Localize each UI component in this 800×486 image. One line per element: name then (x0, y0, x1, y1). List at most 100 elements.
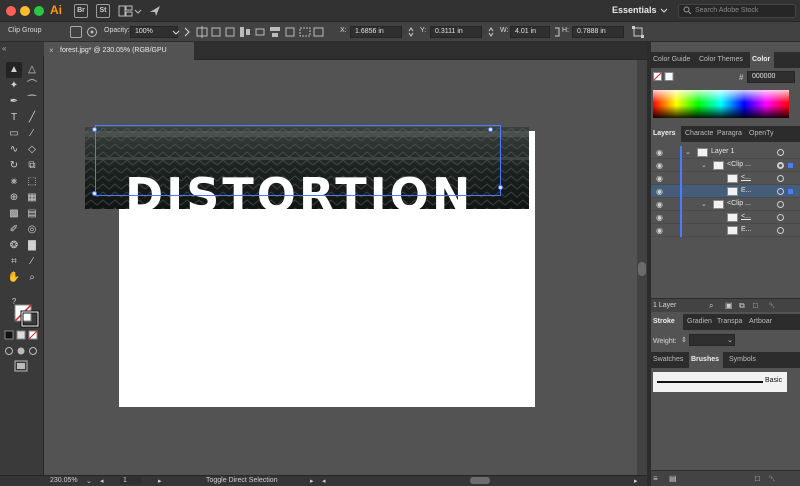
magic-wand-tool-icon[interactable]: ✦ (6, 78, 22, 94)
target-icon[interactable] (777, 175, 784, 182)
line-tool-icon[interactable]: ╱ (24, 110, 40, 126)
curvature-tool-icon[interactable]: ⁀ (24, 94, 40, 110)
chevron-down-icon[interactable]: ⌄ (701, 161, 707, 169)
locate-object-icon[interactable]: ⌕ (709, 301, 713, 311)
color-mode-icons[interactable] (4, 330, 40, 342)
paintbrush-tool-icon[interactable]: ⁄ (24, 126, 40, 142)
opacity-arrow-icon[interactable] (184, 26, 190, 40)
hex-field[interactable]: 000000 (747, 71, 795, 83)
trash-icon[interactable]: ␡ (769, 301, 775, 311)
artboard-number[interactable]: 1 (120, 477, 141, 484)
hscroll-left-icon[interactable]: ◂ (322, 477, 326, 485)
selection-tool-icon[interactable]: ▲ (6, 62, 22, 78)
visibility-eye-icon[interactable]: ◉ (656, 213, 663, 222)
selection-handle[interactable] (488, 127, 493, 132)
visibility-eye-icon[interactable]: ◉ (656, 148, 663, 157)
tab-paragraph[interactable]: Paragra (715, 126, 744, 142)
status-arrow-icon[interactable]: ▸ (310, 477, 314, 485)
horizontal-scroll-thumb[interactable] (470, 477, 490, 484)
mesh-tool-icon[interactable]: ▩ (6, 206, 22, 222)
selection-handle[interactable] (92, 191, 97, 196)
chevron-down-icon[interactable]: ⌄ (701, 200, 707, 208)
zoom-tool-icon[interactable]: ⌕ (24, 270, 40, 286)
tab-stroke[interactable]: Stroke (651, 314, 683, 330)
transform-icon[interactable] (632, 26, 644, 40)
selection-indicator[interactable] (788, 189, 793, 194)
selection-handle[interactable] (498, 185, 503, 190)
eraser-tool-icon[interactable]: ◇ (24, 142, 40, 158)
scale-tool-icon[interactable]: ⧉ (24, 158, 40, 174)
shape-builder-tool-icon[interactable]: ⊕ (6, 190, 22, 206)
pen-tool-icon[interactable]: ✒ (6, 94, 22, 110)
visibility-eye-icon[interactable]: ◉ (656, 226, 663, 235)
gpu-performance-icon[interactable] (148, 4, 162, 20)
tab-swatches[interactable]: Swatches (651, 352, 685, 368)
tab-brushes[interactable]: Brushes (689, 352, 723, 368)
symbol-sprayer-tool-icon[interactable]: ❂ (6, 238, 22, 254)
collapse-icon[interactable]: « (2, 44, 6, 53)
vertical-scroll-thumb[interactable] (638, 262, 646, 276)
document-tab[interactable]: × forest.jpg* @ 230.05% (RGB/GPU Preview… (44, 42, 194, 72)
free-transform-tool-icon[interactable]: ⬚ (24, 174, 40, 190)
brush-options-icon[interactable]: ▤ (669, 474, 677, 483)
visibility-eye-icon[interactable]: ◉ (656, 174, 663, 183)
opacity-dropdown-icon[interactable] (172, 29, 180, 38)
tab-color-guide[interactable]: Color Guide (651, 52, 692, 68)
x-field[interactable]: 1.6856 in (350, 26, 402, 38)
perspective-grid-tool-icon[interactable]: ▦ (24, 190, 40, 206)
eyedropper-tool-icon[interactable]: ✐ (6, 222, 22, 238)
make-clipping-mask-icon[interactable]: ▣ (725, 301, 733, 310)
color-spectrum[interactable] (653, 90, 789, 120)
opacity-field[interactable]: 100% (130, 26, 178, 38)
color-fill-stroke-mini[interactable] (653, 72, 677, 84)
type-tool-icon[interactable]: T (6, 110, 22, 126)
tab-gradient[interactable]: Gradien (685, 314, 714, 330)
layer-row[interactable]: ◉ ⌄ <Clip ... (651, 159, 800, 172)
width-tool-icon[interactable]: ⨳ (6, 174, 22, 190)
rotate-tool-icon[interactable]: ↻ (6, 158, 22, 174)
close-icon[interactable]: × (49, 42, 54, 60)
visibility-eye-icon[interactable]: ◉ (656, 161, 663, 170)
fill-stroke-swatch[interactable] (14, 304, 40, 330)
layer-row[interactable]: ◉ ⌄ <Clip ... (651, 198, 800, 211)
drawing-mode-icons[interactable] (4, 346, 40, 358)
slice-tool-icon[interactable]: ∕ (24, 254, 40, 270)
new-sublayer-icon[interactable]: ⧉ (739, 301, 745, 311)
layer-name[interactable]: <Clip ... (727, 200, 751, 207)
target-icon[interactable] (777, 214, 784, 221)
tab-color[interactable]: Color (750, 52, 774, 68)
prev-artboard-icon[interactable]: ◂ (100, 477, 104, 485)
new-brush-icon[interactable]: □ (755, 474, 760, 483)
layer-name[interactable]: <... (741, 213, 751, 220)
y-field[interactable]: 0.3111 in (430, 26, 482, 38)
graph-tool-icon[interactable]: ▇ (24, 238, 40, 254)
stock-button[interactable]: St (96, 4, 110, 18)
workspace-switcher[interactable]: Essentials (612, 5, 657, 15)
layer-name[interactable]: Layer 1 (711, 148, 734, 155)
close-window-button[interactable] (6, 6, 16, 16)
lasso-tool-icon[interactable]: ⌒ (24, 78, 40, 94)
selection-indicator[interactable] (788, 163, 793, 168)
next-artboard-icon[interactable]: ▸ (158, 477, 162, 485)
layer-name[interactable]: <Clip ... (727, 161, 751, 168)
layer-name[interactable]: <... (741, 174, 751, 181)
search-input[interactable]: Search Adobe Stock (678, 4, 796, 18)
brush-item[interactable]: Basic (653, 372, 787, 392)
visibility-eye-icon[interactable]: ◉ (656, 187, 663, 196)
artboard-tool-icon[interactable]: ⌗ (6, 254, 22, 270)
target-icon[interactable] (777, 201, 784, 208)
constrain-proportions-icon[interactable] (554, 26, 560, 40)
screen-mode-icon[interactable] (14, 360, 28, 374)
gradient-tool-icon[interactable]: ▤ (24, 206, 40, 222)
layer-name[interactable]: E... (741, 187, 752, 194)
h-field[interactable]: 0.7888 in (572, 26, 624, 38)
canvas[interactable]: DISTORTION (45, 60, 637, 475)
weight-stepper-icon[interactable]: ⇕ (681, 336, 687, 344)
target-icon[interactable] (777, 188, 784, 195)
chevron-down-icon[interactable]: ⌄ (685, 148, 691, 156)
w-field[interactable]: 4.01 in (510, 26, 550, 38)
visibility-eye-icon[interactable]: ◉ (656, 200, 663, 209)
target-icon[interactable] (777, 227, 784, 234)
x-stepper-icon[interactable] (408, 26, 414, 40)
target-icon[interactable] (777, 149, 784, 156)
